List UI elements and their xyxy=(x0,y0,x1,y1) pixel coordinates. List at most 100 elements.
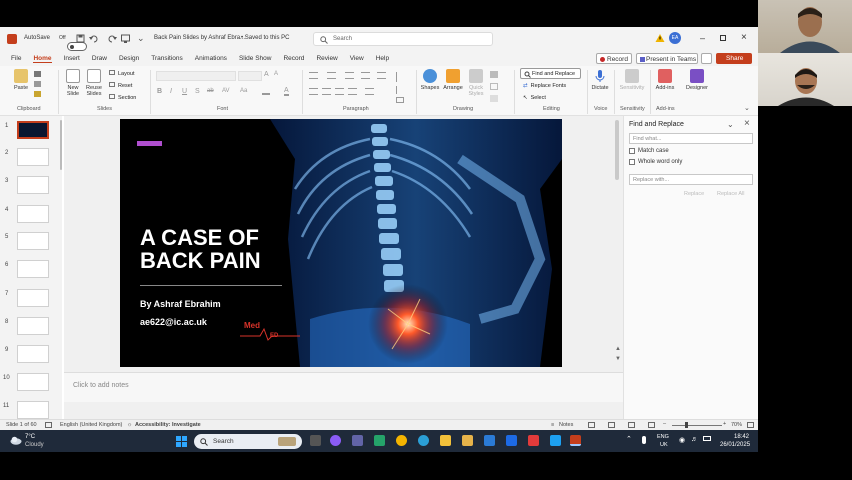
shadow-icon[interactable]: S xyxy=(195,88,200,95)
slide-email[interactable]: ae622@ic.ac.uk xyxy=(140,317,207,327)
user-avatar[interactable]: EA xyxy=(669,32,681,44)
columns-icon[interactable] xyxy=(365,88,374,95)
tab-file[interactable]: File xyxy=(11,55,21,62)
line-spacing-icon[interactable] xyxy=(377,72,386,79)
layout-button[interactable]: Layout xyxy=(109,70,135,77)
smartart-icon[interactable] xyxy=(396,97,404,103)
slide-1[interactable]: A CASE OF BACK PAIN By Ashraf Ebrahim ae… xyxy=(120,119,562,367)
app-icon-blue[interactable] xyxy=(550,435,561,446)
normal-view-icon[interactable] xyxy=(588,422,595,428)
slide-thumbnail-3[interactable] xyxy=(17,176,49,194)
word-icon[interactable] xyxy=(506,435,517,446)
microphone-tray-icon[interactable] xyxy=(642,436,646,444)
slide-thumbnail-5[interactable] xyxy=(17,232,49,250)
document-title[interactable]: Back Pain Slides by Ashraf Ebra... xyxy=(154,35,245,41)
dictate-button[interactable]: Dictate xyxy=(589,69,611,91)
language-status[interactable]: English (United Kingdom) xyxy=(60,422,122,428)
tab-record[interactable]: Record xyxy=(283,55,304,62)
notes-toggle[interactable]: Notes xyxy=(559,422,573,428)
zoom-in-icon[interactable]: + xyxy=(723,421,726,427)
tab-animations[interactable]: Animations xyxy=(195,55,227,62)
present-from-start-icon[interactable] xyxy=(121,34,130,43)
slide-title-line-1[interactable]: A CASE OF xyxy=(140,226,259,249)
spelling-icon[interactable] xyxy=(45,422,52,428)
decrease-indent-icon[interactable] xyxy=(345,72,354,79)
font-color-icon[interactable]: A xyxy=(284,87,289,96)
tab-slide-show[interactable]: Slide Show xyxy=(239,55,272,62)
tab-review[interactable]: Review xyxy=(316,55,337,62)
slide-author[interactable]: By Ashraf Ebrahim xyxy=(140,299,221,309)
cut-icon[interactable] xyxy=(34,71,41,77)
slide-thumbnail-10[interactable] xyxy=(17,373,49,391)
undo-icon[interactable] xyxy=(89,34,99,43)
canvas-scrollbar[interactable] xyxy=(615,120,619,180)
tab-home[interactable]: Home xyxy=(33,55,52,63)
weather-temperature[interactable]: 7°C xyxy=(25,434,35,440)
quick-styles-button[interactable]: Quick Styles xyxy=(465,69,487,97)
underline-icon[interactable]: U xyxy=(182,88,187,95)
clock-time[interactable]: 18:42 xyxy=(734,434,749,440)
shapes-button[interactable]: Shapes xyxy=(419,69,441,91)
minimize-icon[interactable]: – xyxy=(700,33,705,43)
text-direction-icon[interactable] xyxy=(396,72,404,82)
tab-insert[interactable]: Insert xyxy=(64,55,80,62)
tab-help[interactable]: Help xyxy=(376,55,389,62)
bullets-icon[interactable] xyxy=(309,72,318,79)
notes-icon[interactable]: ≡ xyxy=(551,422,554,428)
align-right-icon[interactable] xyxy=(335,88,344,95)
notes-pane[interactable]: Click to add notes xyxy=(64,372,624,402)
fit-to-window-icon[interactable] xyxy=(747,422,754,428)
designer-button[interactable]: Designer xyxy=(683,69,711,91)
app-icon-green[interactable] xyxy=(374,435,385,446)
zoom-out-icon[interactable]: – xyxy=(663,421,666,427)
shape-effects-icon[interactable] xyxy=(490,95,498,102)
redo-icon[interactable] xyxy=(108,34,117,43)
align-text-icon[interactable] xyxy=(396,86,404,94)
record-button[interactable]: Record xyxy=(596,53,632,64)
replace-all-button[interactable]: Replace All xyxy=(717,191,745,197)
slide-thumbnail-1[interactable] xyxy=(17,121,49,139)
input-region[interactable]: UK xyxy=(660,442,668,448)
change-case-icon[interactable]: Aa xyxy=(240,88,247,94)
character-spacing-icon[interactable]: AV xyxy=(222,88,230,94)
slide-thumbnail-8[interactable] xyxy=(17,317,49,335)
battery-icon[interactable] xyxy=(703,436,711,441)
copilot-icon[interactable] xyxy=(330,435,341,446)
shape-fill-icon[interactable] xyxy=(490,71,498,78)
increase-indent-icon[interactable] xyxy=(361,72,370,79)
increase-font-icon[interactable]: A xyxy=(264,71,269,78)
font-name-select[interactable] xyxy=(156,71,236,81)
justify-icon[interactable] xyxy=(348,88,357,95)
clock-date[interactable]: 26/01/2025 xyxy=(720,442,750,448)
outlook-icon[interactable] xyxy=(484,435,495,446)
replace-fonts-button[interactable]: ⇄ Replace Fonts xyxy=(523,83,566,89)
pane-close-icon[interactable]: × xyxy=(744,118,750,129)
reading-view-icon[interactable] xyxy=(628,422,635,428)
reuse-slides-button[interactable]: Reuse Slides xyxy=(84,69,104,97)
save-status[interactable]: • Saved to this PC xyxy=(241,35,289,41)
match-case-checkbox[interactable]: Match case xyxy=(629,148,669,154)
paste-button[interactable]: Paste xyxy=(10,69,32,91)
pane-options-icon[interactable]: ⌄ xyxy=(727,120,734,129)
slide-thumbnail-2[interactable] xyxy=(17,148,49,166)
whole-word-checkbox[interactable]: Whole word only xyxy=(629,159,682,165)
present-in-teams-button[interactable]: Present in Teams xyxy=(636,53,698,64)
strikethrough-icon[interactable]: ab xyxy=(207,88,214,94)
new-slide-button[interactable]: New Slide xyxy=(62,69,84,97)
slide-thumbnail-9[interactable] xyxy=(17,345,49,363)
align-left-icon[interactable] xyxy=(309,88,318,95)
tab-transitions[interactable]: Transitions xyxy=(151,55,183,62)
bold-icon[interactable]: B xyxy=(157,88,162,95)
copy-icon[interactable] xyxy=(34,81,41,87)
replace-button[interactable]: Replace xyxy=(684,191,704,197)
warning-icon[interactable] xyxy=(655,33,665,43)
select-button[interactable]: ↖ Select xyxy=(523,95,546,101)
windows-start-icon[interactable] xyxy=(176,436,187,447)
powerpoint-taskbar-icon[interactable] xyxy=(570,435,581,446)
edge-icon[interactable] xyxy=(418,435,429,446)
find-and-replace-button[interactable]: Find and Replace xyxy=(520,68,581,79)
shape-outline-icon[interactable] xyxy=(490,83,498,90)
italic-icon[interactable]: I xyxy=(170,88,172,95)
weather-condition[interactable]: Cloudy xyxy=(25,442,44,448)
accessibility-status[interactable]: Accessibility: Investigate xyxy=(135,422,201,428)
